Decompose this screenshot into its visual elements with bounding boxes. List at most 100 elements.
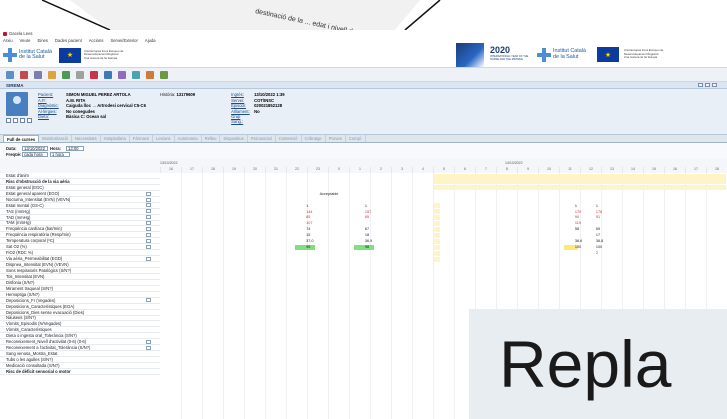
minimize-icon[interactable] — [698, 83, 703, 87]
cell-value[interactable]: 58 — [575, 227, 579, 231]
cell-value[interactable]: 1 — [596, 204, 598, 208]
menu-arxiu[interactable]: Arxiu — [3, 38, 13, 43]
cell-value[interactable]: 17 — [596, 233, 600, 237]
tab-contencio[interactable]: Contenció — [276, 135, 302, 142]
cell-value[interactable]: 36,8 — [596, 239, 603, 243]
date-label: Data: — [6, 145, 17, 151]
row-edit-icon[interactable] — [146, 197, 151, 202]
cell-value[interactable]: 74 — [306, 227, 310, 231]
mini-action-2-icon[interactable] — [13, 118, 18, 123]
tab-dispositius[interactable]: Dispositius — [220, 135, 248, 142]
cell-value[interactable]: 1 — [575, 204, 577, 208]
row-edit-icon[interactable] — [146, 239, 151, 244]
row-edit-icon[interactable] — [146, 215, 151, 220]
date-input[interactable]: 13/10/2022 — [22, 145, 48, 151]
tab-farmacs[interactable]: Fàrmacs — [130, 135, 154, 142]
row-edit-icon[interactable] — [146, 191, 151, 196]
grid-line — [328, 173, 329, 419]
cell-value[interactable]: 2 — [596, 251, 598, 255]
cell-value[interactable]: 119 — [575, 221, 581, 225]
row-edit-icon[interactable] — [146, 340, 151, 345]
cell-value[interactable]: 176 — [596, 210, 602, 214]
menu-eines[interactable]: Eines — [38, 38, 48, 43]
tab-monitoritzacio[interactable]: Monitorització — [39, 135, 73, 142]
cell-value[interactable]: 15 — [306, 233, 310, 237]
row-edit-icon[interactable] — [146, 227, 151, 232]
tab-autonomia[interactable]: Autonomia — [175, 135, 202, 142]
hour-input[interactable]: 13:00 — [66, 145, 84, 151]
table-row[interactable]: Risc de dèficit sensorial o motor — [0, 369, 160, 375]
clock-icon[interactable] — [48, 70, 56, 79]
row-edit-icon[interactable] — [146, 298, 151, 303]
bed-icon[interactable] — [132, 70, 140, 79]
cell-value[interactable]: 36,6 — [575, 239, 582, 243]
mini-action-1-icon[interactable] — [6, 118, 11, 123]
mini-action-3-icon[interactable] — [20, 118, 25, 123]
ap-label[interactable]: A.P.: — [38, 98, 63, 103]
allergies-label[interactable]: Al·lèrgies: — [38, 109, 63, 114]
cell-value[interactable]: 100 — [575, 245, 581, 249]
cell-value[interactable]: 91 — [596, 215, 600, 219]
patient-icon[interactable] — [6, 70, 14, 79]
cell-value[interactable]: 67 — [365, 227, 369, 231]
cell-value[interactable]: 90 — [575, 215, 579, 219]
isolation-label[interactable]: Aïllament: — [231, 109, 251, 114]
drug-icon[interactable] — [146, 70, 154, 79]
mini-action-4-icon[interactable] — [27, 118, 32, 123]
acceptable-value[interactable]: Acceptable — [320, 192, 339, 196]
blood-group-label[interactable]: Grup Sang.: — [231, 114, 251, 124]
tab-full-de-curses[interactable]: Full de curses — [3, 135, 40, 142]
cell-value[interactable]: 107 — [306, 221, 312, 225]
episode-label[interactable]: Episodi: — [231, 103, 251, 108]
cell-value[interactable]: 59 — [596, 227, 600, 231]
cell-value[interactable]: 100 — [596, 245, 602, 249]
cell-value[interactable]: 85 — [365, 215, 369, 219]
row-edit-icon[interactable] — [146, 345, 151, 350]
list-icon[interactable] — [34, 70, 42, 79]
patient-label[interactable]: Pacient: — [38, 92, 63, 97]
restore-icon[interactable] — [705, 83, 710, 87]
freq-select[interactable]: cada hora — [22, 151, 48, 157]
row-edit-icon[interactable] — [146, 203, 151, 208]
tab-psicosocial[interactable]: Psicosocial — [248, 135, 276, 142]
tab-cribratge[interactable]: Cribratge — [302, 135, 326, 142]
cell-value[interactable]: 37,0 — [306, 239, 313, 243]
arrow-icon[interactable] — [160, 70, 168, 79]
freq-interval-select[interactable]: 1 hora — [50, 151, 70, 157]
tab-lesions[interactable]: Lesions — [153, 135, 175, 142]
heart-icon[interactable] — [90, 70, 98, 79]
menu-accions[interactable]: Accions — [89, 38, 104, 43]
cell-value[interactable]: 36,9 — [365, 239, 372, 243]
diet-label[interactable]: Dieta: — [38, 114, 63, 119]
row-edit-icon[interactable] — [146, 209, 151, 214]
calendar-icon[interactable] — [104, 70, 112, 79]
cell-value[interactable]: 95 — [306, 245, 310, 249]
cell-value[interactable]: 170 — [575, 210, 581, 214]
row-edit-icon[interactable] — [146, 245, 151, 250]
cell-value[interactable]: 1 — [306, 204, 308, 208]
chart-icon[interactable] — [62, 70, 70, 79]
tab-proves[interactable]: Proves — [326, 135, 346, 142]
menu-servei-exterior[interactable]: Servei/Exterior — [110, 38, 137, 43]
menu-dades-pacient[interactable]: Dades pacient — [55, 38, 82, 43]
print-icon[interactable] — [76, 70, 84, 79]
cell-value[interactable]: 157 — [365, 210, 371, 214]
close-icon[interactable] — [712, 83, 717, 87]
tab-compl[interactable]: Compl. — [346, 135, 367, 142]
cell-value[interactable]: 98 — [365, 245, 369, 249]
cell-value[interactable]: 1 — [365, 204, 367, 208]
row-edit-icon[interactable] — [146, 221, 151, 226]
tab-necessitats[interactable]: Necessitats — [72, 135, 101, 142]
cell-value[interactable]: 85 — [306, 215, 310, 219]
diagnosis-label[interactable]: Diagnòstic: — [38, 103, 63, 108]
menu-veure[interactable]: Veure — [20, 38, 31, 43]
row-edit-icon[interactable] — [146, 256, 151, 261]
tab-relleu[interactable]: Relleu — [202, 135, 221, 142]
row-edit-icon[interactable] — [146, 233, 151, 238]
cell-value[interactable]: 144 — [306, 210, 312, 214]
tab-hospitalaria[interactable]: Hospitalària — [101, 135, 130, 142]
menu-ajuda[interactable]: Ajuda — [145, 38, 156, 43]
cell-value[interactable]: 18 — [365, 233, 369, 237]
alert-icon[interactable] — [20, 70, 28, 79]
flask-icon[interactable] — [118, 70, 126, 79]
